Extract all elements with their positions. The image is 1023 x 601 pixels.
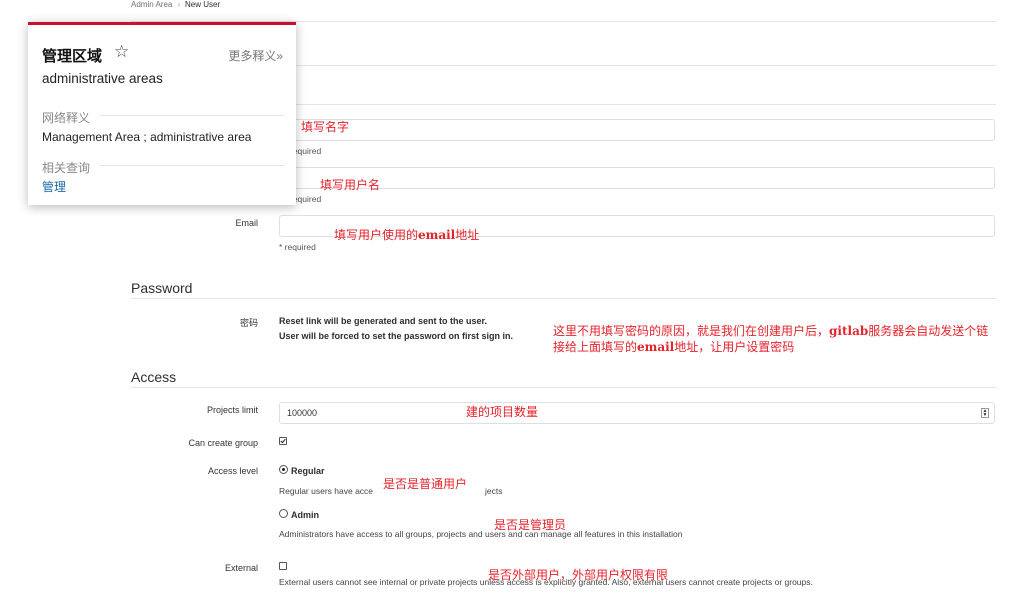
annotation-regular: 是否是普通用户 — [383, 477, 468, 491]
annotation-password-line2: 接给上面填写的email地址，让用户设置密码 — [553, 340, 795, 354]
access-level-label: Access level — [207, 466, 258, 476]
breadcrumb-admin-area[interactable]: Admin Area — [131, 0, 172, 9]
divider — [131, 387, 996, 388]
access-section-title: Access — [131, 369, 177, 385]
can-create-group-checkbox[interactable] — [279, 437, 287, 445]
username-field[interactable] — [279, 167, 995, 189]
admin-description: Administrators have access to all groups… — [279, 529, 683, 539]
star-outline-icon[interactable]: ☆ — [114, 42, 129, 62]
popup-translation: administrative areas — [42, 71, 163, 86]
password-label: 密码 — [239, 318, 258, 328]
popup-web-translation: Management Area ; administrative area — [42, 130, 252, 144]
email-label: Email — [235, 218, 258, 228]
dictionary-popup: 管理区域 ☆ 更多释义» administrative areas 网络释义 M… — [28, 22, 296, 205]
annotation-admin: 是否是管理员 — [494, 518, 567, 532]
breadcrumb-current: New User — [185, 0, 221, 9]
popup-web-section-title: 网络释义 — [42, 111, 91, 125]
spinner-arrows-icon[interactable]: ▲ ▼ — [981, 408, 989, 418]
name-field[interactable] — [279, 119, 995, 141]
divider — [131, 298, 996, 299]
external-checkbox[interactable] — [279, 562, 287, 570]
admin-radio[interactable] — [279, 509, 288, 518]
popup-related-link[interactable]: 管理 — [42, 178, 66, 195]
annotation-name: 填写名字 — [301, 120, 350, 134]
password-info-line2: User will be forced to set the password … — [279, 331, 514, 341]
popup-related-title: 相关查询 — [42, 161, 91, 175]
annotation-username: 填写用户名 — [320, 178, 381, 192]
checkmark-icon — [280, 438, 286, 444]
popup-divider — [100, 115, 284, 116]
regular-radio-label: Regular — [291, 466, 325, 476]
can-create-group-label: Can create group — [188, 438, 258, 448]
annotation-password-line1: 这里不用填写密码的原因，就是我们在创建用户后，gitlab服务器会自动发送个链 — [553, 324, 989, 338]
annotation-projects: 建的项目数量 — [466, 405, 539, 419]
admin-radio-label: Admin — [291, 510, 319, 520]
annotation-email: 填写用户使用的email地址 — [334, 228, 480, 242]
popup-divider — [100, 165, 284, 166]
regular-radio[interactable] — [279, 465, 288, 474]
external-label: External — [224, 563, 258, 573]
popup-more-link[interactable]: 更多释义» — [228, 47, 283, 64]
password-section-title: Password — [131, 280, 193, 296]
breadcrumb-separator: › — [177, 0, 181, 9]
projects-limit-input[interactable]: 100000 ▲ ▼ — [279, 402, 995, 424]
email-required-hint: * required — [279, 242, 316, 252]
projects-limit-value: 100000 — [287, 408, 318, 418]
password-info-line1: Reset link will be generated and sent to… — [279, 316, 488, 326]
popup-headword: 管理区域 — [42, 48, 103, 65]
projects-limit-label: Projects limit — [206, 405, 258, 415]
annotation-external: 是否外部用户，外部用户权限有限 — [488, 568, 669, 582]
breadcrumb: Admin Area › New User — [131, 0, 220, 9]
